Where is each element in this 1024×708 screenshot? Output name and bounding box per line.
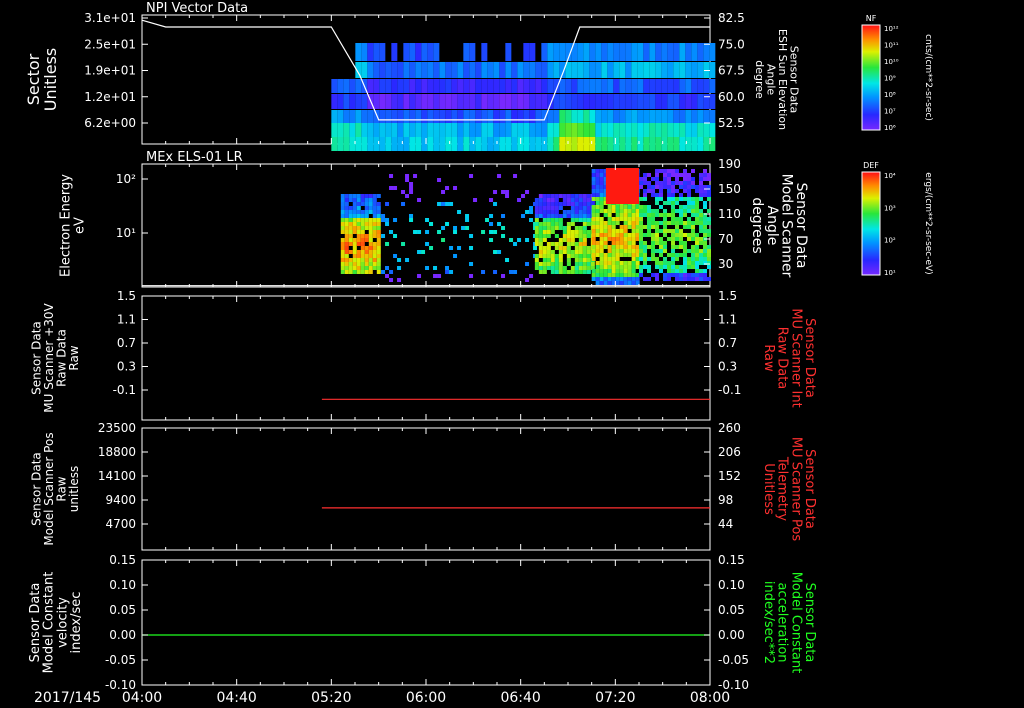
panel-3-ytick-right: -0.1 — [718, 383, 741, 397]
panel-4-ytick-right: 152 — [718, 469, 741, 483]
panel-2-ytick-right: 150 — [718, 182, 741, 196]
panel-5-ylabel-right-text: Sensor DataModel Constantaccelerationind… — [761, 572, 817, 674]
time-tick-label: 07:20 — [595, 690, 635, 706]
panel-4-ylabel: Sensor DataModel Scanner PosRawunitless — [29, 432, 81, 545]
panel-2-peak-region — [605, 168, 639, 204]
panel-1-title: NPI Vector Data — [146, 1, 248, 16]
panel-2-colorbar-tick: 10⁴ — [884, 172, 896, 180]
time-tick-label: 04:40 — [216, 690, 256, 706]
panel-1-ytick-right: 82.5 — [718, 11, 745, 25]
panel-3-ytick-left: 1.1 — [117, 313, 136, 327]
panel-1-colorbar-tick: 10¹⁰ — [884, 58, 899, 66]
date-label: 2017/145 — [34, 690, 101, 706]
panel-5-frame — [141, 559, 711, 686]
panel-4-frame — [141, 427, 711, 551]
panel-3-ytick-left: -0.1 — [113, 383, 136, 397]
panel-4-ylabel-text: Sensor DataModel Scanner PosRawunitless — [29, 432, 81, 545]
panel-4-ytick-right: 98 — [718, 493, 733, 507]
panel-3-ytick-left: 0.7 — [117, 336, 136, 350]
panel-1-ytick-left: 1.2e+01 — [84, 90, 136, 104]
time-tick-label: 04:00 — [122, 690, 162, 706]
panel-1-ylabel-text: SectorUnitless — [24, 48, 60, 112]
time-tick-label: 05:20 — [311, 690, 351, 706]
panel-2-ylabel-right: Sensor DataModel ScannerAngledegrees — [749, 174, 809, 278]
panel-2-colorbar-unit: ergs/(cm**2-sr-sec-eV) — [923, 172, 933, 274]
panel-2-ylabel-right-text: Sensor DataModel ScannerAngledegrees — [749, 174, 809, 278]
panel-5-ytick-right: -0.05 — [718, 653, 749, 667]
panel-2-ytick-right: 110 — [718, 207, 741, 221]
panel-3-ytick-right: 1.1 — [718, 313, 737, 327]
panel-4-ytick-right: 206 — [718, 445, 741, 459]
panel-1-colorbar-tick: 10⁶ — [884, 124, 896, 132]
panel-1-ytick-left: 2.5e+01 — [84, 37, 136, 51]
panel-4-ytick-right: 44 — [718, 517, 733, 531]
panel-5-ytick-left: 0.05 — [109, 603, 136, 617]
panel-3-ytick-right: 0.7 — [718, 336, 737, 350]
panel-4-ytick-left: 14100 — [98, 469, 136, 483]
panel-1-ytick-right: 60.0 — [718, 90, 745, 104]
panel-5-ytick-right: 0.00 — [718, 628, 745, 642]
instrument-summary-plot: NPI Vector Data 3.1e+01 2.5e+01 1.9e+01 1.2e… — [24, 1, 933, 706]
panel-2-ytick-right: 70 — [718, 232, 733, 246]
panel-2-ylabel: Electron EnergyeV — [59, 174, 88, 277]
panel-4-ytick-left: 23500 — [98, 421, 136, 435]
panel-5-ytick-right: 0.05 — [718, 603, 745, 617]
panel-2-colorbar-tick: 10¹ — [884, 269, 896, 277]
panel-2-colorbar-tick: 10² — [884, 237, 896, 245]
panel-1-ylabel-right: Sensor DataESH Sun ElevationAngledegree — [753, 29, 801, 130]
panel-3-ylabel-right: Sensor DataMU Scanner IntRaw DataRaw — [761, 308, 817, 407]
panel-5-ytick-left: 0.15 — [109, 553, 136, 567]
panel-2-colorbar-tick: 10³ — [884, 204, 896, 212]
panel-1-ytick-left: 3.1e+01 — [84, 11, 136, 25]
panel-1-ytick-left: 6.2e+00 — [84, 116, 136, 130]
panel-1-colorbar-tick: 10¹¹ — [884, 42, 899, 50]
time-tick-label: 08:00 — [690, 690, 730, 706]
panel-1-ylabel: SectorUnitless — [24, 48, 60, 112]
panel-5-ylabel-right: Sensor DataModel Constantaccelerationind… — [761, 572, 817, 674]
panel-1-spectrogram — [331, 43, 716, 151]
panel-5-ylabel-text: Sensor DataModel Constantvelocityindex/s… — [28, 572, 84, 674]
panel-2-ytick-left: 10² — [116, 172, 136, 186]
panel-1-ytick-right: 67.5 — [718, 64, 745, 78]
panel-5-ytick-left: -0.05 — [105, 653, 136, 667]
panel-4-ytick-right: 260 — [718, 421, 741, 435]
panel-5-ylabel: Sensor DataModel Constantvelocityindex/s… — [28, 572, 84, 674]
panel-3-ylabel: Sensor DataMU Scanner +30VRaw DataRaw — [29, 303, 81, 413]
panel-4-ylabel-right-text: Sensor DataMU Scanner PosTelemetryUnitle… — [761, 437, 817, 542]
panel-3-ytick-right: 1.5 — [718, 289, 737, 303]
panel-1-ytick-right: 75.0 — [718, 37, 745, 51]
panel-2-colorbar-label: DEF — [863, 161, 879, 170]
panel-2-ytick-right: 190 — [718, 157, 741, 171]
panel-4-ytick-left: 18800 — [98, 445, 136, 459]
panel-1-colorbar-tick: 10⁸ — [884, 91, 896, 99]
panel-1-colorbar-tick: 10⁹ — [884, 75, 896, 83]
panel-4-ylabel-right: Sensor DataMU Scanner PosTelemetryUnitle… — [761, 437, 817, 542]
panel-3-ytick-right: 0.3 — [718, 360, 737, 374]
panel-2-ytick-right: 30 — [718, 257, 733, 271]
panel-1-ytick-right: 52.5 — [718, 116, 745, 130]
panel-1-colorbar-tick: 10¹² — [884, 25, 899, 33]
panel-3-frame — [141, 295, 711, 421]
panel-3-ytick-left: 1.5 — [117, 289, 136, 303]
panel-1-ylabel-right-text: Sensor DataESH Sun ElevationAngledegree — [753, 29, 801, 130]
panel-3-ylabel-right-text: Sensor DataMU Scanner IntRaw DataRaw — [761, 308, 817, 407]
panel-3-ytick-left: 0.3 — [117, 360, 136, 374]
panel-2-ylabel-text: Electron EnergyeV — [59, 174, 88, 277]
panel-1-colorbar-tick: 10⁷ — [884, 108, 896, 116]
panel-1-colorbar-unit: cnts/(cm**2-sr-sec) — [923, 34, 933, 121]
panel-4-ytick-left: 4700 — [105, 517, 136, 531]
panel-4-ytick-left: 9400 — [105, 493, 136, 507]
time-tick-label: 06:40 — [500, 690, 540, 706]
panel-1-colorbar-label: NF — [866, 14, 877, 23]
panel-2-title: MEx ELS-01 LR — [146, 150, 243, 165]
panel-1-ytick-left: 1.9e+01 — [84, 64, 136, 78]
panel-2-ytick-left: 10¹ — [116, 226, 136, 240]
panel-5-ytick-right: 0.15 — [718, 553, 745, 567]
panel-2-spectrogram — [340, 168, 711, 285]
panel-5-ytick-left: 0.10 — [109, 578, 136, 592]
panel-5-ytick-left: 0.00 — [109, 628, 136, 642]
time-tick-label: 06:00 — [406, 690, 446, 706]
panel-3-ylabel-text: Sensor DataMU Scanner +30VRaw DataRaw — [29, 303, 81, 413]
panel-5-ytick-right: 0.10 — [718, 578, 745, 592]
